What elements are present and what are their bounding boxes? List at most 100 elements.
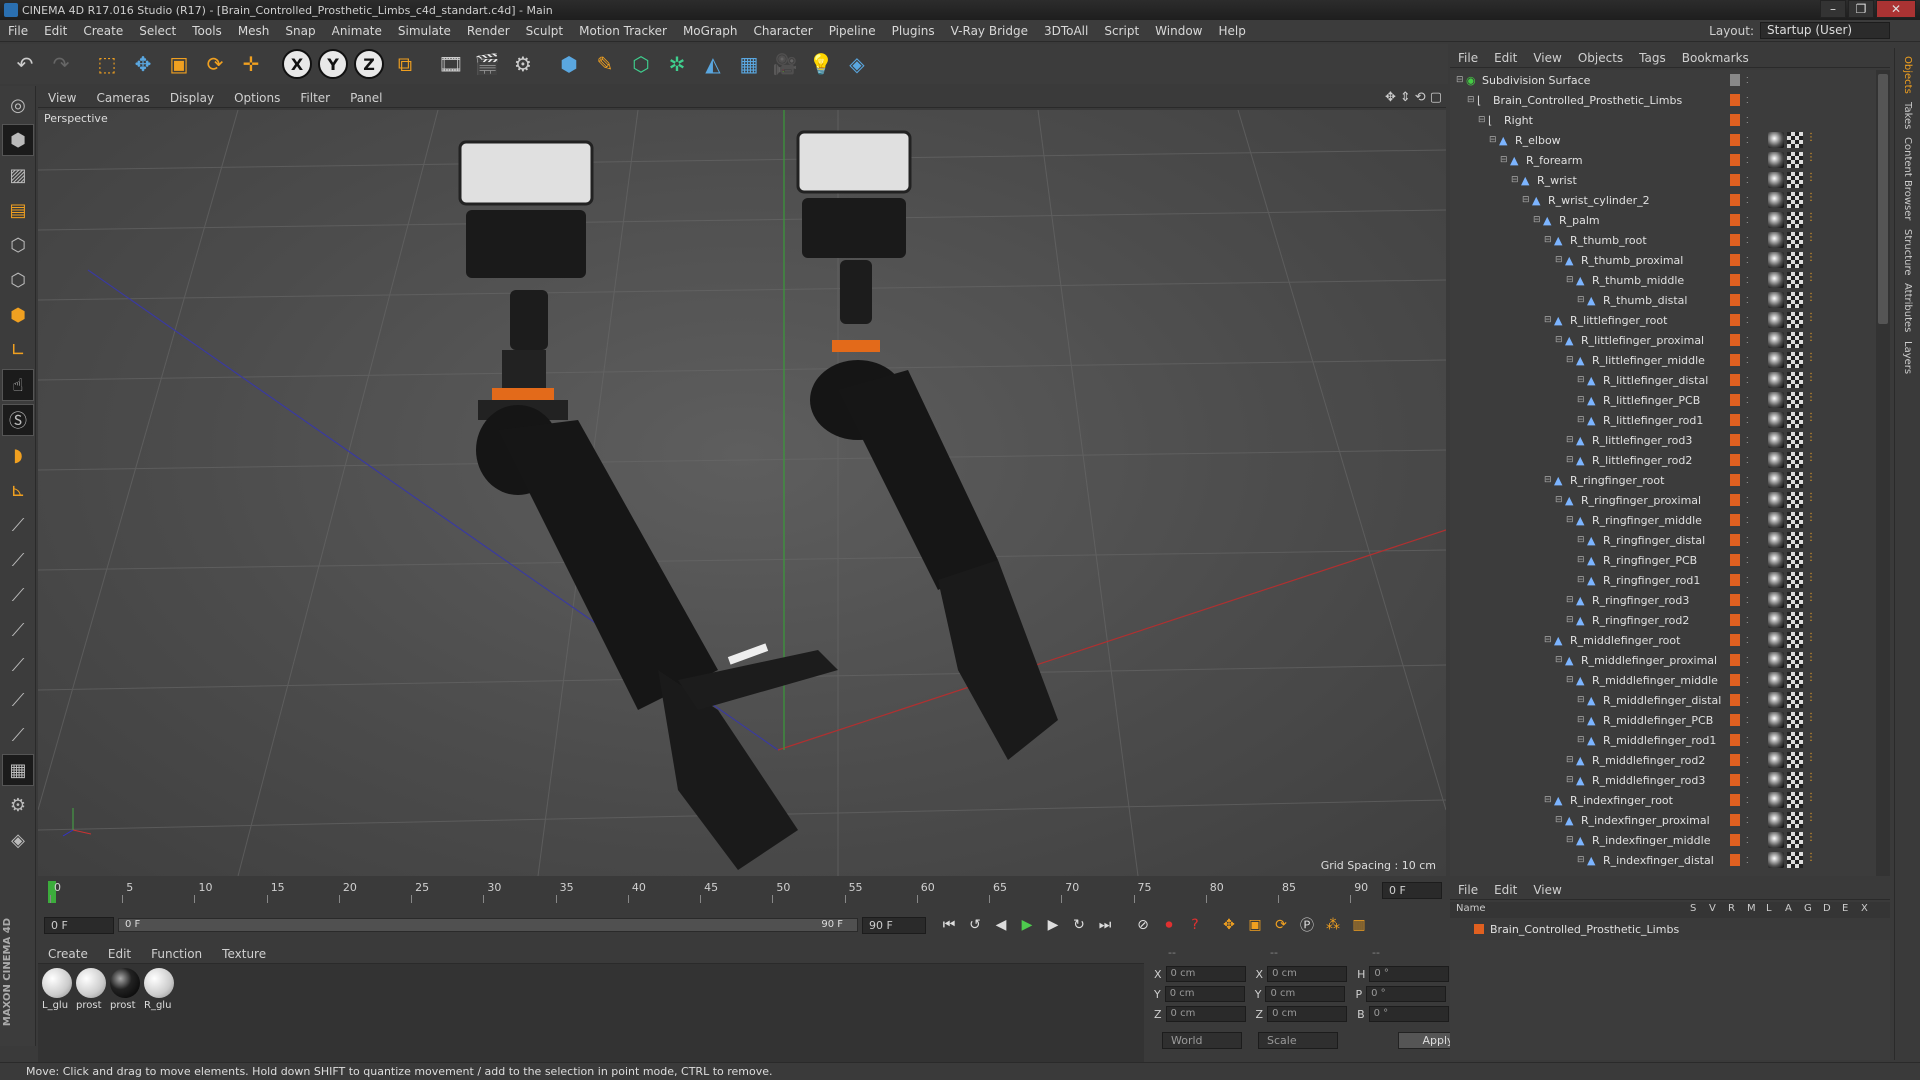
visibility-dots-icon[interactable]: ⁚ <box>1746 556 1749 565</box>
texture-tag-icon[interactable] <box>1787 592 1803 608</box>
cloner-icon[interactable]: ✲ <box>660 47 694 81</box>
python-icon[interactable]: ◈ <box>840 47 874 81</box>
object-row[interactable]: ⊟ ▲ R_ringfinger_proximal ⁚ ⋮ <box>1450 490 1890 510</box>
expand-toggle-icon[interactable]: ⊟ <box>1555 335 1565 345</box>
material-tag-icon[interactable] <box>1768 652 1784 668</box>
coord-rotation-field[interactable]: 0 ° <box>1369 966 1450 982</box>
object-row[interactable]: ⊟ ▲ R_middlefinger_rod1 ⁚ ⋮ <box>1450 730 1890 750</box>
layer-color-icon[interactable] <box>1730 254 1740 266</box>
start-frame-field[interactable]: 0 F <box>44 916 114 934</box>
expand-toggle-icon[interactable]: ⊟ <box>1511 175 1521 185</box>
expand-toggle-icon[interactable]: ⊟ <box>1577 715 1587 725</box>
object-row[interactable]: ⊟ ▲ R_middlefinger_middle ⁚ ⋮ <box>1450 670 1890 690</box>
visibility-dots-icon[interactable]: ⁚ <box>1746 196 1749 205</box>
weight-tag-icon[interactable]: ⋮ <box>1806 312 1816 328</box>
menu-render[interactable]: Render <box>459 24 518 38</box>
weight-tag-icon[interactable]: ⋮ <box>1806 192 1816 208</box>
object-row[interactable]: ⊟ ▲ R_ringfinger_PCB ⁚ ⋮ <box>1450 550 1890 570</box>
material-tag-icon[interactable] <box>1768 732 1784 748</box>
go-to-end-icon[interactable]: ⏭ <box>1092 914 1118 936</box>
weight-tag-icon[interactable]: ⋮ <box>1806 392 1816 408</box>
render-picture-viewer-icon[interactable]: 🎬 <box>470 47 504 81</box>
menu-mograph[interactable]: MoGraph <box>675 24 746 38</box>
side-tab-structure[interactable]: Structure <box>1902 229 1913 276</box>
material-tag-icon[interactable] <box>1768 612 1784 628</box>
key-pla-icon[interactable]: ⁂ <box>1320 914 1346 936</box>
layer-color-icon[interactable] <box>1730 174 1740 186</box>
orbit-icon[interactable]: ⟲ <box>1415 90 1426 105</box>
key-position-icon[interactable]: ✥ <box>1216 914 1242 936</box>
expand-toggle-icon[interactable]: ⊟ <box>1544 635 1554 645</box>
subdivision-surface-icon[interactable]: ⬡ <box>624 47 658 81</box>
material-tag-icon[interactable] <box>1768 512 1784 528</box>
material-tag-icon[interactable] <box>1768 672 1784 688</box>
layer-color-icon[interactable] <box>1730 394 1740 406</box>
layer-color-icon[interactable] <box>1730 294 1740 306</box>
material-swatch[interactable]: prost <box>76 968 108 1011</box>
go-to-start-icon[interactable]: ⏮ <box>936 914 962 936</box>
previous-frame-icon[interactable]: ◀ <box>988 914 1014 936</box>
visibility-dots-icon[interactable]: ⁚ <box>1746 596 1749 605</box>
visibility-dots-icon[interactable]: ⁚ <box>1746 336 1749 345</box>
visibility-dots-icon[interactable]: ⁚ <box>1746 116 1749 125</box>
visibility-dots-icon[interactable]: ⁚ <box>1746 416 1749 425</box>
object-row[interactable]: ⊟ ▲ R_indexfinger_distal ⁚ ⋮ <box>1450 850 1890 870</box>
object-row[interactable]: ⊟ ▲ R_ringfinger_distal ⁚ ⋮ <box>1450 530 1890 550</box>
material-tag-icon[interactable] <box>1768 532 1784 548</box>
weight-tag-icon[interactable]: ⋮ <box>1806 432 1816 448</box>
visibility-dots-icon[interactable]: ⁚ <box>1746 176 1749 185</box>
visibility-dots-icon[interactable]: ⁚ <box>1746 76 1749 85</box>
python-tool-icon[interactable]: ◈ <box>2 824 34 856</box>
layer-color-icon[interactable] <box>1730 514 1740 526</box>
layer-color-icon[interactable] <box>1730 554 1740 566</box>
texture-tag-icon[interactable] <box>1787 632 1803 648</box>
expand-toggle-icon[interactable]: ⊟ <box>1577 535 1587 545</box>
texture-tag-icon[interactable] <box>1787 692 1803 708</box>
object-menu-tags[interactable]: Tags <box>1631 51 1674 65</box>
expand-toggle-icon[interactable]: ⊟ <box>1533 215 1543 225</box>
record-active-icon[interactable]: ⏺ <box>1156 914 1182 936</box>
weight-tag-icon[interactable]: ⋮ <box>1806 512 1816 528</box>
expand-toggle-icon[interactable]: ⊟ <box>1566 275 1576 285</box>
expand-toggle-icon[interactable]: ⊟ <box>1500 155 1510 165</box>
layer-color-icon[interactable] <box>1730 434 1740 446</box>
texture-tag-icon[interactable] <box>1787 792 1803 808</box>
viewport-menu-options[interactable]: Options <box>224 91 290 105</box>
weight-tag-icon[interactable]: ⋮ <box>1806 332 1816 348</box>
visibility-dots-icon[interactable]: ⁚ <box>1746 856 1749 865</box>
material-preview[interactable] <box>42 968 72 998</box>
expand-toggle-icon[interactable]: ⊟ <box>1555 815 1565 825</box>
minimize-icon[interactable]: – <box>1820 0 1846 18</box>
end-frame-field[interactable]: 90 F <box>862 916 926 934</box>
menu-animate[interactable]: Animate <box>324 24 390 38</box>
sculpt-brush-7-icon[interactable]: ⟋ <box>2 719 34 751</box>
texture-tag-icon[interactable] <box>1787 752 1803 768</box>
viewport-menu-filter[interactable]: Filter <box>290 91 340 105</box>
visibility-dots-icon[interactable]: ⁚ <box>1746 616 1749 625</box>
sculpt-brush-6-icon[interactable]: ⟋ <box>2 684 34 716</box>
object-menu-file[interactable]: File <box>1450 51 1486 65</box>
object-row[interactable]: ⊟ ▲ R_indexfinger_middle ⁚ ⋮ <box>1450 830 1890 850</box>
weight-tag-icon[interactable]: ⋮ <box>1806 352 1816 368</box>
material-tag-icon[interactable] <box>1768 152 1784 168</box>
expand-toggle-icon[interactable]: ⊟ <box>1555 255 1565 265</box>
material-tag-icon[interactable] <box>1768 852 1784 868</box>
visibility-dots-icon[interactable]: ⁚ <box>1746 716 1749 725</box>
menu-tools[interactable]: Tools <box>184 24 230 38</box>
expand-toggle-icon[interactable]: ⊟ <box>1577 575 1587 585</box>
next-frame-icon[interactable]: ▶ <box>1040 914 1066 936</box>
object-row[interactable]: ⊟ ▲ R_elbow ⁚ ⋮ <box>1450 130 1890 150</box>
maximize-icon[interactable]: ❐ <box>1848 0 1874 18</box>
texture-tag-icon[interactable] <box>1787 552 1803 568</box>
weight-tag-icon[interactable]: ⋮ <box>1806 752 1816 768</box>
visibility-dots-icon[interactable]: ⁚ <box>1746 276 1749 285</box>
viewport-menu-display[interactable]: Display <box>160 91 224 105</box>
material-tag-icon[interactable] <box>1768 772 1784 788</box>
expand-toggle-icon[interactable]: ⊟ <box>1456 75 1466 85</box>
layer-row[interactable]: Brain_Controlled_Prosthetic_Limbs <box>1450 920 1890 938</box>
texture-tag-icon[interactable] <box>1787 712 1803 728</box>
material-tag-icon[interactable] <box>1768 692 1784 708</box>
coord-space-dropdown[interactable]: World <box>1162 1032 1242 1049</box>
texture-tag-icon[interactable] <box>1787 352 1803 368</box>
material-tag-icon[interactable] <box>1768 312 1784 328</box>
